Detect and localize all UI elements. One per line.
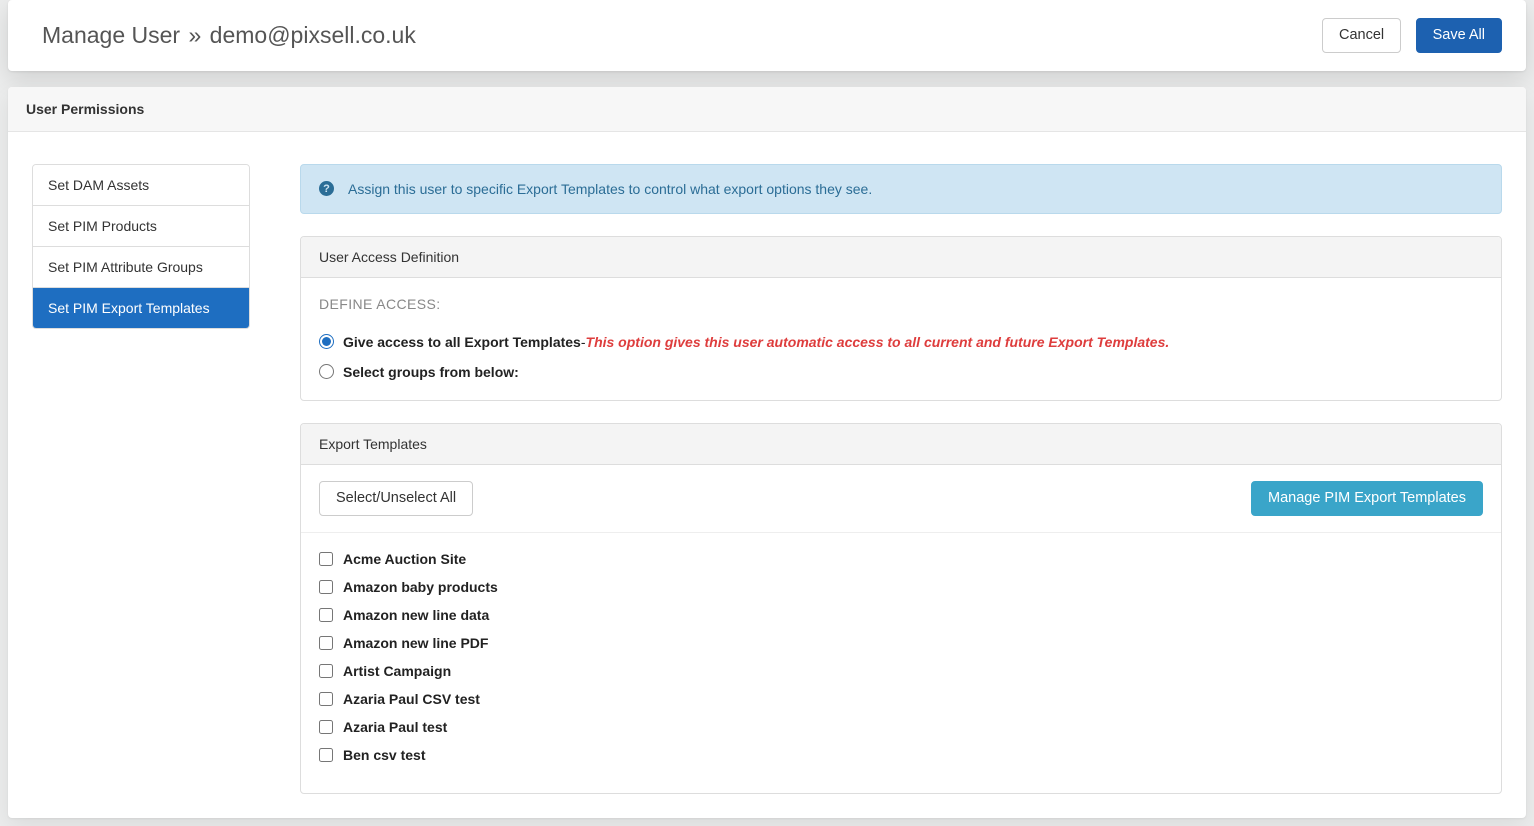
template-checkbox[interactable] xyxy=(319,692,333,706)
template-checkbox[interactable] xyxy=(319,552,333,566)
access-panel: User Access Definition DEFINE ACCESS: Gi… xyxy=(300,236,1502,401)
template-label[interactable]: Azaria Paul test xyxy=(343,719,447,735)
template-label[interactable]: Amazon new line data xyxy=(343,607,489,623)
templates-panel: Export Templates Select/Unselect All Man… xyxy=(300,423,1502,794)
template-item: Azaria Paul test xyxy=(319,719,1483,735)
select-unselect-all-button[interactable]: Select/Unselect All xyxy=(319,481,473,516)
template-checkbox[interactable] xyxy=(319,608,333,622)
radio-access-all-note: This option gives this user automatic ac… xyxy=(586,334,1170,350)
radio-access-select[interactable] xyxy=(319,364,334,379)
template-checkbox[interactable] xyxy=(319,720,333,734)
nav-column: Set DAM AssetsSet PIM ProductsSet PIM At… xyxy=(32,164,250,794)
template-item: Azaria Paul CSV test xyxy=(319,691,1483,707)
template-list: Acme Auction Site Amazon baby products Ama… xyxy=(301,533,1501,793)
title-separator: » xyxy=(188,22,201,48)
nav-item-1[interactable]: Set PIM Products xyxy=(33,206,249,247)
template-label[interactable]: Amazon new line PDF xyxy=(343,635,488,651)
templates-toolbar: Select/Unselect All Manage PIM Export Te… xyxy=(301,465,1501,533)
page-title: Manage User » demo@pixsell.co.uk xyxy=(42,22,416,49)
template-checkbox[interactable] xyxy=(319,636,333,650)
content-column: ? Assign this user to specific Export Te… xyxy=(300,164,1502,794)
radio-access-all-label[interactable]: Give access to all Export Templates xyxy=(343,334,581,350)
radio-access-select-row: Select groups from below: xyxy=(319,364,1483,380)
info-banner-text: Assign this user to specific Export Temp… xyxy=(348,181,872,197)
template-label[interactable]: Artist Campaign xyxy=(343,663,451,679)
template-item: Acme Auction Site xyxy=(319,551,1483,567)
template-item: Amazon new line data xyxy=(319,607,1483,623)
page-header: Manage User » demo@pixsell.co.uk Cancel … xyxy=(8,0,1526,71)
template-label[interactable]: Amazon baby products xyxy=(343,579,498,595)
main-card: User Permissions Set DAM AssetsSet PIM P… xyxy=(8,87,1526,818)
template-label[interactable]: Ben csv test xyxy=(343,747,425,763)
nav-item-3[interactable]: Set PIM Export Templates xyxy=(33,288,249,328)
template-item: Amazon new line PDF xyxy=(319,635,1483,651)
template-item: Artist Campaign xyxy=(319,663,1483,679)
radio-access-all[interactable] xyxy=(319,334,334,349)
nav-item-0[interactable]: Set DAM Assets xyxy=(33,165,249,206)
template-checkbox[interactable] xyxy=(319,748,333,762)
header-actions: Cancel Save All xyxy=(1322,18,1502,53)
section-title: User Permissions xyxy=(8,87,1526,132)
info-banner: ? Assign this user to specific Export Te… xyxy=(300,164,1502,214)
nav-list: Set DAM AssetsSet PIM ProductsSet PIM At… xyxy=(32,164,250,329)
save-all-button[interactable]: Save All xyxy=(1416,18,1502,53)
template-label[interactable]: Azaria Paul CSV test xyxy=(343,691,480,707)
access-panel-title: User Access Definition xyxy=(301,237,1501,278)
define-access-label: DEFINE ACCESS: xyxy=(319,296,1483,312)
template-label[interactable]: Acme Auction Site xyxy=(343,551,466,567)
templates-panel-title: Export Templates xyxy=(301,424,1501,465)
title-user-email: demo@pixsell.co.uk xyxy=(210,22,416,48)
title-prefix: Manage User xyxy=(42,22,180,48)
template-item: Amazon baby products xyxy=(319,579,1483,595)
manage-templates-button[interactable]: Manage PIM Export Templates xyxy=(1251,481,1483,516)
template-checkbox[interactable] xyxy=(319,664,333,678)
template-item: Ben csv test xyxy=(319,747,1483,763)
cancel-button[interactable]: Cancel xyxy=(1322,18,1401,53)
nav-item-2[interactable]: Set PIM Attribute Groups xyxy=(33,247,249,288)
radio-access-all-row: Give access to all Export Templates - Th… xyxy=(319,334,1483,350)
radio-access-select-label[interactable]: Select groups from below: xyxy=(343,364,519,380)
info-icon: ? xyxy=(319,181,334,196)
template-checkbox[interactable] xyxy=(319,580,333,594)
